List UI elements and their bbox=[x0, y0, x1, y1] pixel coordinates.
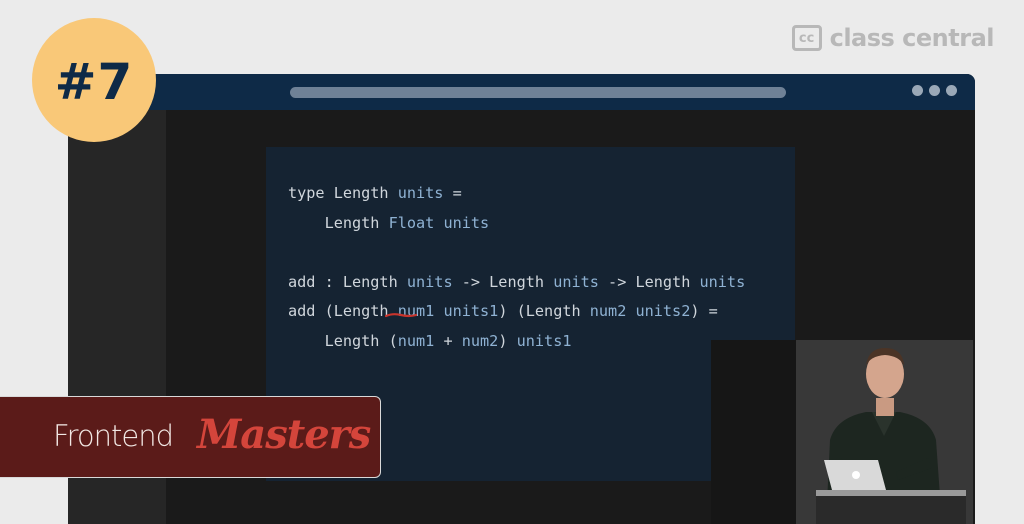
code-token: units bbox=[699, 272, 746, 291]
code-token: units bbox=[406, 272, 453, 291]
code-token: Float units bbox=[388, 213, 490, 232]
code-token: num2 bbox=[461, 331, 499, 350]
class-central-icon: cc bbox=[791, 25, 822, 51]
code-line: Length Float units bbox=[288, 209, 745, 239]
code-token: ) (Length bbox=[498, 302, 590, 320]
class-central-logo: cc class central bbox=[791, 22, 995, 54]
code-token: add : Length bbox=[288, 272, 407, 291]
code-token: ) = bbox=[690, 302, 718, 320]
logo-masters-text: Masters bbox=[197, 411, 371, 458]
code-token: num1 bbox=[397, 331, 435, 350]
window-menu-dots[interactable] bbox=[912, 85, 957, 96]
code-token: -> Length bbox=[452, 272, 554, 291]
address-bar[interactable] bbox=[290, 87, 786, 98]
code-line: add : Length units -> Length units -> Le… bbox=[288, 268, 745, 298]
dot-icon bbox=[929, 85, 940, 96]
logo-frontend-text: Frontend bbox=[53, 419, 174, 453]
window-titlebar bbox=[68, 74, 975, 110]
episode-number: #7 bbox=[54, 53, 134, 111]
code-token: -> Length bbox=[598, 272, 700, 291]
code-token: add (Length bbox=[288, 302, 398, 320]
code-line: Length (num1 + num2) units1 bbox=[288, 327, 745, 357]
annotation-underline bbox=[385, 313, 417, 318]
episode-badge: #7 bbox=[32, 18, 156, 142]
code-token: = bbox=[443, 184, 462, 202]
code-line: type Length units = bbox=[288, 179, 745, 209]
code-token: ) bbox=[498, 331, 517, 350]
code-token: type Length bbox=[288, 184, 398, 202]
speaker-video bbox=[711, 340, 973, 524]
dot-icon bbox=[912, 85, 923, 96]
frontend-masters-logo: Frontend Masters bbox=[0, 396, 381, 478]
code-token: Length ( bbox=[288, 331, 398, 350]
dot-icon bbox=[946, 85, 957, 96]
speaker-figure bbox=[796, 340, 973, 524]
code-block: type Length units = Length Float units ad… bbox=[288, 179, 745, 356]
code-token: Length bbox=[288, 213, 389, 232]
class-central-wordmark: class central bbox=[829, 24, 995, 52]
code-token: + bbox=[434, 331, 462, 350]
speaker-feed bbox=[796, 340, 973, 524]
code-token: units bbox=[553, 272, 599, 291]
code-line: add (Length num1 units1) (Length num2 un… bbox=[288, 297, 745, 327]
code-token: units bbox=[397, 184, 444, 202]
code-token: units1 bbox=[516, 331, 572, 350]
code-token: num2 units2 bbox=[589, 302, 691, 320]
